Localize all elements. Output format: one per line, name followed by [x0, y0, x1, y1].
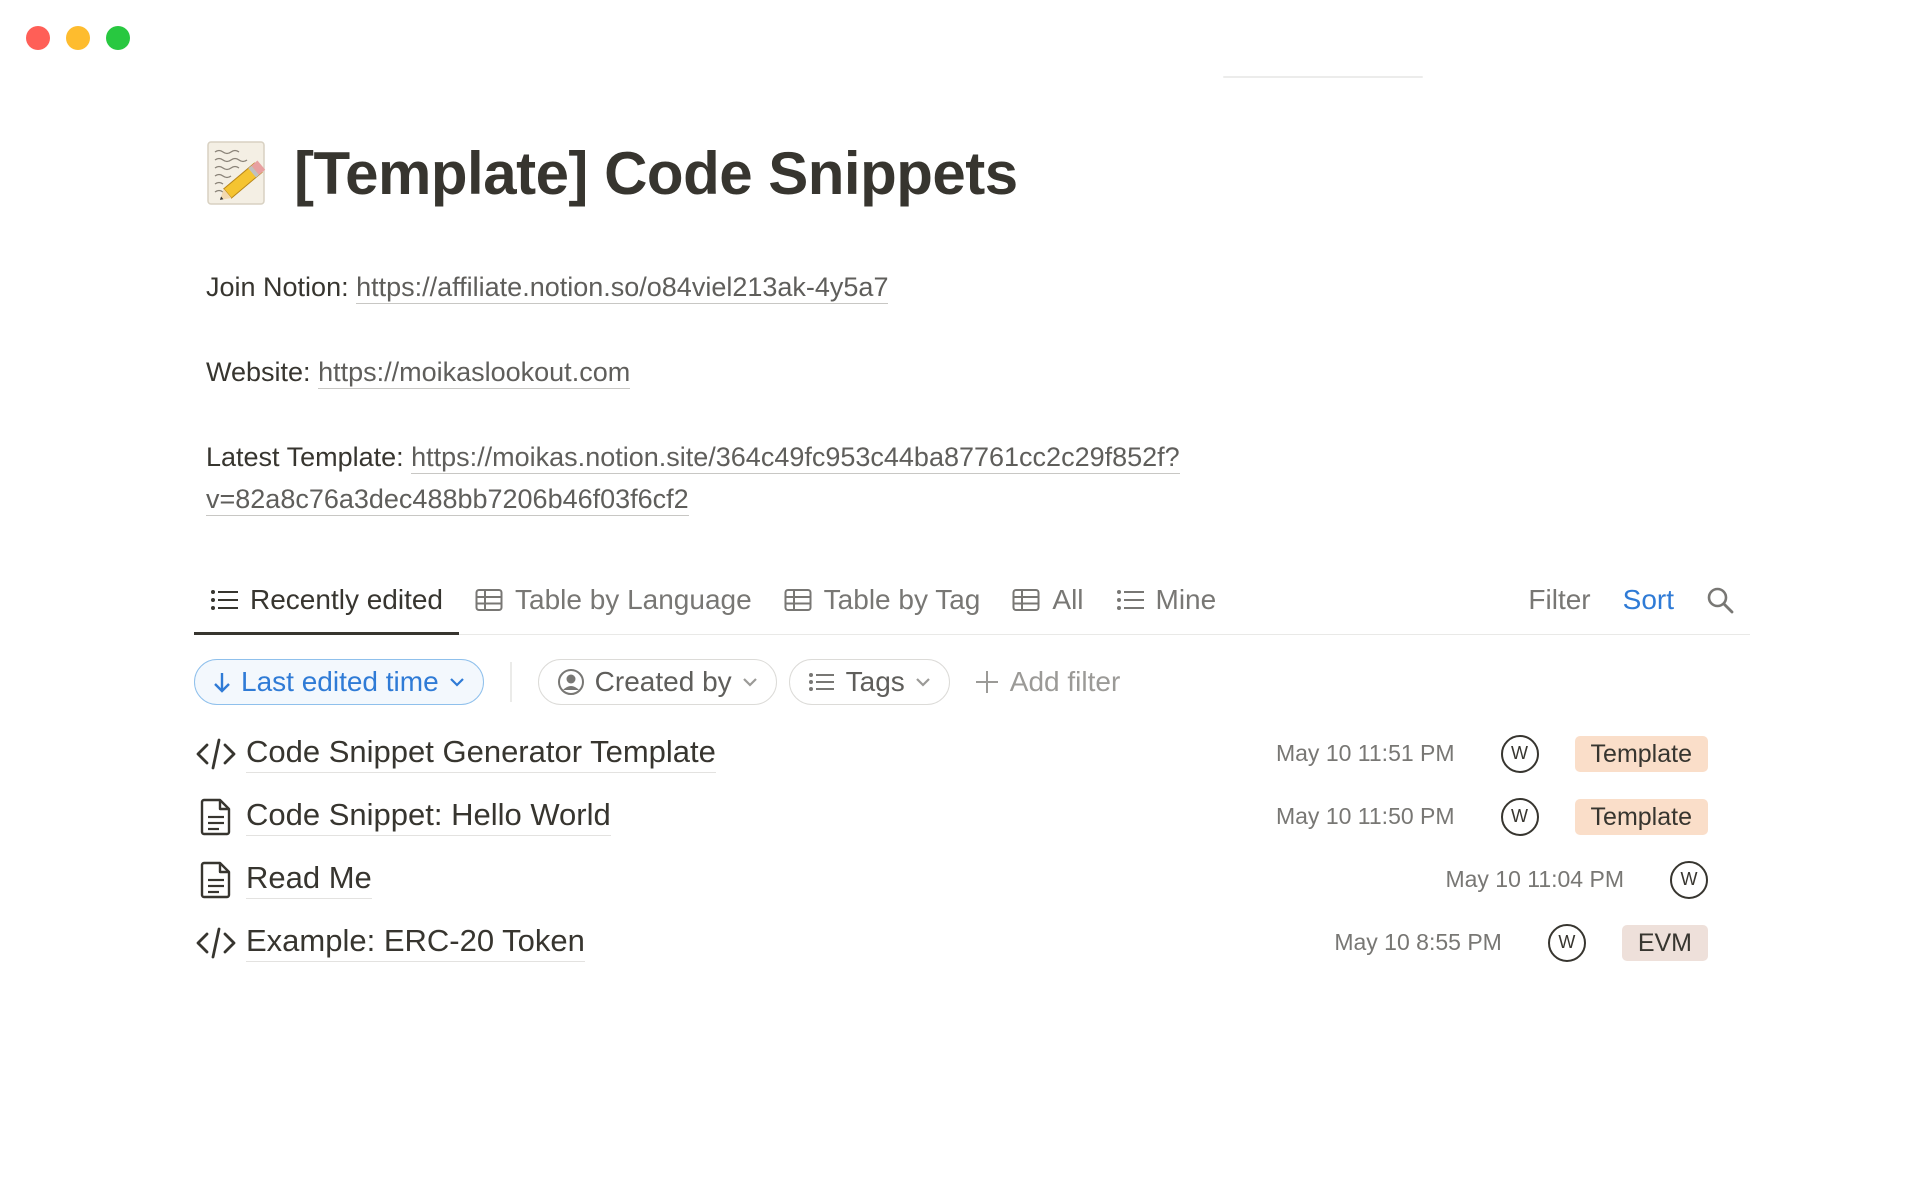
latest-label: Latest Template:	[206, 442, 412, 472]
title-row: [Template] Code Snippets	[206, 128, 1746, 218]
row-title[interactable]: Example: ERC-20 Token	[246, 923, 585, 962]
tag-badge: Template	[1574, 735, 1708, 772]
page-content: [Template] Code Snippets Join Notion: ht…	[194, 128, 1750, 962]
tab-table-by-tag[interactable]: Table by Tag	[768, 566, 997, 634]
tab-label: Mine	[1155, 584, 1217, 615]
add-filter-label: Add filter	[1009, 666, 1121, 697]
view-actions: Filter Sort	[1528, 584, 1750, 616]
tab-mine[interactable]: Mine	[1100, 566, 1233, 634]
info-block: Join Notion: https://affiliate.notion.so…	[206, 266, 1746, 520]
page-list: Code Snippet Generator Template May 10 1…	[196, 722, 1736, 974]
row-meta: May 10 11:50 PM W Template	[1276, 785, 1708, 848]
list-icon	[1116, 590, 1144, 610]
list-item[interactable]: Code Snippet: Hello World May 10 11:50 P…	[196, 785, 1736, 848]
table-icon	[784, 589, 812, 611]
tag-badge: Template	[1574, 798, 1708, 835]
list-item[interactable]: Read Me May 10 11:04 PM W	[196, 848, 1736, 911]
latest-template-link-cont[interactable]: v=82a8c76a3dec488bb7206b46f03f6cf2	[206, 484, 689, 516]
memo-pencil-icon[interactable]	[206, 138, 270, 208]
row-date: May 10 11:51 PM	[1275, 740, 1455, 766]
arrow-down-icon	[214, 673, 230, 693]
avatar: W	[1500, 734, 1539, 773]
filter-button[interactable]: Filter	[1528, 584, 1590, 616]
minimize-window-button[interactable]	[66, 26, 90, 50]
created-by-filter[interactable]: Created by	[537, 659, 777, 705]
page-icon	[196, 797, 236, 837]
person-circle-icon	[557, 669, 584, 695]
tab-table-by-language[interactable]: Table by Language	[459, 566, 768, 634]
join-link[interactable]: https://affiliate.notion.so/o84viel213ak…	[356, 272, 889, 304]
list-item[interactable]: Code Snippet Generator Template May 10 1…	[196, 722, 1736, 785]
row-meta: May 10 8:55 PM W EVM	[1334, 911, 1708, 974]
tab-label: All	[1052, 584, 1084, 615]
join-notion-line: Join Notion: https://affiliate.notion.so…	[206, 266, 1746, 308]
table-icon	[475, 589, 503, 611]
window-controls	[26, 26, 130, 50]
latest-template-line: Latest Template: https://moikas.notion.s…	[206, 436, 1746, 520]
view-tabs-bar: Recently edited Table by Language Table …	[194, 566, 1750, 635]
chevron-down-icon	[742, 678, 757, 687]
list-icon	[808, 673, 834, 691]
website-link[interactable]: https://moikaslookout.com	[318, 357, 631, 389]
code-icon	[196, 923, 236, 963]
row-meta: May 10 11:04 PM W	[1445, 848, 1708, 911]
tab-label: Table by Tag	[823, 584, 981, 615]
website-line: Website: https://moikaslookout.com	[206, 351, 1746, 393]
code-icon	[196, 734, 236, 774]
row-meta: May 10 11:51 PM W Template	[1276, 722, 1708, 785]
avatar: W	[1500, 797, 1539, 836]
created-by-label: Created by	[594, 666, 732, 697]
filter-bar: Last edited time Created by Tags Add fil…	[194, 659, 1120, 705]
row-title[interactable]: Code Snippet: Hello World	[246, 797, 611, 836]
top-divider	[1223, 76, 1423, 78]
tab-recently-edited[interactable]: Recently edited	[194, 566, 460, 635]
add-filter-button[interactable]: Add filter	[962, 666, 1121, 698]
website-label: Website:	[206, 357, 319, 387]
latest-template-link[interactable]: https://moikas.notion.site/364c49fc953c4…	[411, 442, 1180, 474]
chevron-down-icon	[449, 678, 464, 687]
filter-divider	[509, 662, 512, 702]
page-title: [Template] Code Snippets	[294, 139, 1018, 207]
chevron-down-icon	[916, 678, 930, 687]
list-item[interactable]: Example: ERC-20 Token May 10 8:55 PM W E…	[196, 911, 1736, 974]
page-icon	[196, 860, 236, 900]
avatar: W	[1670, 860, 1708, 899]
row-date: May 10 11:04 PM	[1445, 866, 1624, 892]
maximize-window-button[interactable]	[106, 26, 130, 50]
plus-icon	[975, 671, 998, 693]
tag-badge: EVM	[1621, 924, 1708, 961]
close-window-button[interactable]	[26, 26, 50, 50]
row-date: May 10 8:55 PM	[1334, 929, 1502, 955]
sort-button[interactable]: Sort	[1623, 584, 1674, 616]
tab-all[interactable]: All	[996, 566, 1099, 634]
avatar: W	[1547, 923, 1586, 962]
tab-label: Recently edited	[250, 584, 444, 615]
tags-label: Tags	[845, 666, 905, 697]
sort-pill[interactable]: Last edited time	[194, 659, 484, 705]
tab-label: Table by Language	[515, 584, 752, 615]
row-title[interactable]: Read Me	[246, 860, 372, 899]
row-date: May 10 11:50 PM	[1275, 803, 1455, 829]
join-label: Join Notion:	[206, 272, 357, 302]
row-title[interactable]: Code Snippet Generator Template	[246, 734, 716, 773]
table-icon	[1012, 589, 1040, 611]
search-icon[interactable]	[1706, 586, 1734, 614]
tags-filter[interactable]: Tags	[788, 659, 950, 705]
sort-pill-label: Last edited time	[241, 666, 439, 697]
list-icon	[211, 590, 238, 610]
